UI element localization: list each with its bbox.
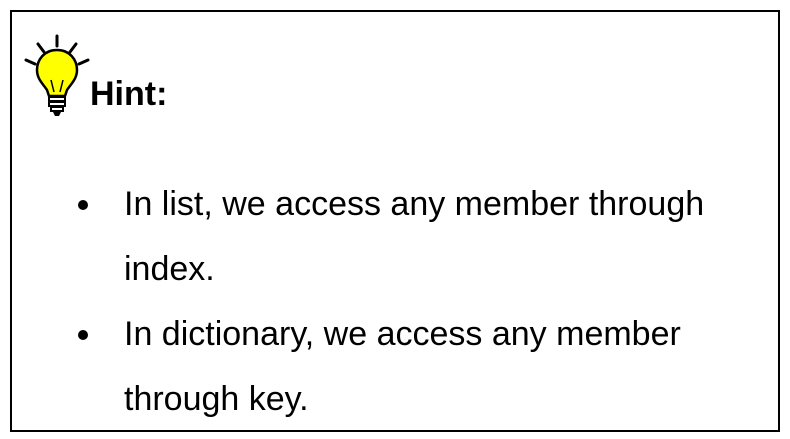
list-item: In list, we access any member through in…: [74, 172, 764, 302]
hint-title: Hint:: [90, 75, 168, 113]
lightbulb-icon: [24, 34, 90, 116]
hint-list: In list, we access any member through in…: [74, 172, 764, 432]
hint-box: Hint: In list, we access any member thro…: [10, 10, 780, 432]
list-item: In dictionary, we access any member thro…: [74, 302, 764, 432]
